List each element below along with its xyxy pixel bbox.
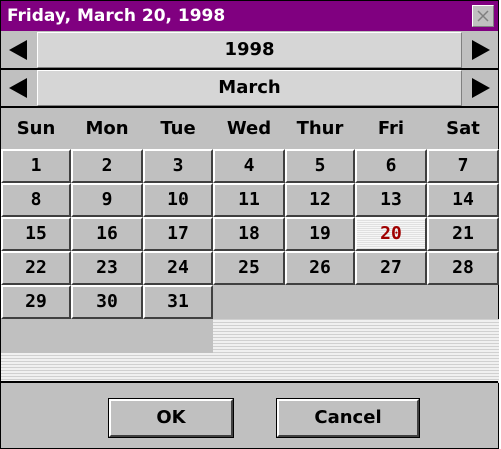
day-cell[interactable]: 28 <box>427 251 499 285</box>
day-cell[interactable]: 10 <box>143 183 213 217</box>
weekday-tue: Tue <box>160 118 196 139</box>
close-icon <box>477 10 489 22</box>
arrow-right-icon <box>472 40 490 60</box>
next-year-button[interactable] <box>464 32 498 68</box>
day-cell[interactable]: 14 <box>427 183 499 217</box>
day-cell[interactable]: 6 <box>355 149 427 183</box>
day-cell-selected[interactable]: 20 <box>355 217 427 251</box>
title-bar: Friday, March 20, 1998 <box>1 1 498 31</box>
calendar-dialog: Friday, March 20, 1998 1998 March Sun Mo… <box>0 0 499 449</box>
next-month-button[interactable] <box>464 70 498 106</box>
day-cell[interactable]: 9 <box>71 183 143 217</box>
close-button[interactable] <box>472 5 494 27</box>
day-cell[interactable]: 5 <box>285 149 355 183</box>
divider <box>1 106 498 108</box>
day-cell[interactable]: 8 <box>1 183 71 217</box>
day-cell[interactable]: 23 <box>71 251 143 285</box>
button-bar: OK Cancel <box>1 383 498 448</box>
month-row: March <box>1 70 498 106</box>
day-cell[interactable]: 31 <box>143 285 213 319</box>
weekday-header: Sun Mon Tue Wed Thur Fri Sat <box>1 111 498 147</box>
empty-row <box>1 353 499 383</box>
day-cell[interactable]: 24 <box>143 251 213 285</box>
day-cell[interactable]: 17 <box>143 217 213 251</box>
day-cell[interactable]: 1 <box>1 149 71 183</box>
day-cell[interactable]: 26 <box>285 251 355 285</box>
day-cell[interactable]: 4 <box>213 149 285 183</box>
arrow-right-icon <box>472 78 490 98</box>
weekday-sat: Sat <box>446 118 480 139</box>
day-cell[interactable]: 27 <box>355 251 427 285</box>
weekday-wed: Wed <box>226 118 272 139</box>
day-cell[interactable]: 25 <box>213 251 285 285</box>
day-cell[interactable]: 12 <box>285 183 355 217</box>
window-title: Friday, March 20, 1998 <box>7 6 226 26</box>
day-cell[interactable]: 3 <box>143 149 213 183</box>
weekday-sun: Sun <box>16 118 56 139</box>
arrow-left-icon <box>9 78 27 98</box>
weekday-thur: Thur <box>296 118 344 139</box>
weekday-fri: Fri <box>377 118 405 139</box>
day-cell[interactable]: 19 <box>285 217 355 251</box>
day-cell[interactable]: 15 <box>1 217 71 251</box>
weekday-mon: Mon <box>85 118 129 139</box>
empty-cells <box>213 319 499 353</box>
day-cell[interactable]: 13 <box>355 183 427 217</box>
year-display: 1998 <box>37 32 462 68</box>
day-cell[interactable]: 7 <box>427 149 499 183</box>
day-cell[interactable]: 30 <box>71 285 143 319</box>
day-cell[interactable]: 29 <box>1 285 71 319</box>
day-cell[interactable]: 18 <box>213 217 285 251</box>
arrow-left-icon <box>9 40 27 60</box>
prev-year-button[interactable] <box>1 32 35 68</box>
day-cell[interactable]: 2 <box>71 149 143 183</box>
day-cell[interactable]: 16 <box>71 217 143 251</box>
day-cell[interactable]: 22 <box>1 251 71 285</box>
day-grid: 1 2 3 4 5 6 7 8 9 10 11 12 13 14 15 16 17 18 19 20 21 22 23 24 2… <box>1 149 499 383</box>
year-row: 1998 <box>1 32 498 68</box>
day-cell[interactable]: 11 <box>213 183 285 217</box>
day-cell[interactable]: 21 <box>427 217 499 251</box>
month-display: March <box>37 70 462 106</box>
ok-button[interactable]: OK <box>108 398 234 438</box>
cancel-button[interactable]: Cancel <box>276 398 420 438</box>
prev-month-button[interactable] <box>1 70 35 106</box>
